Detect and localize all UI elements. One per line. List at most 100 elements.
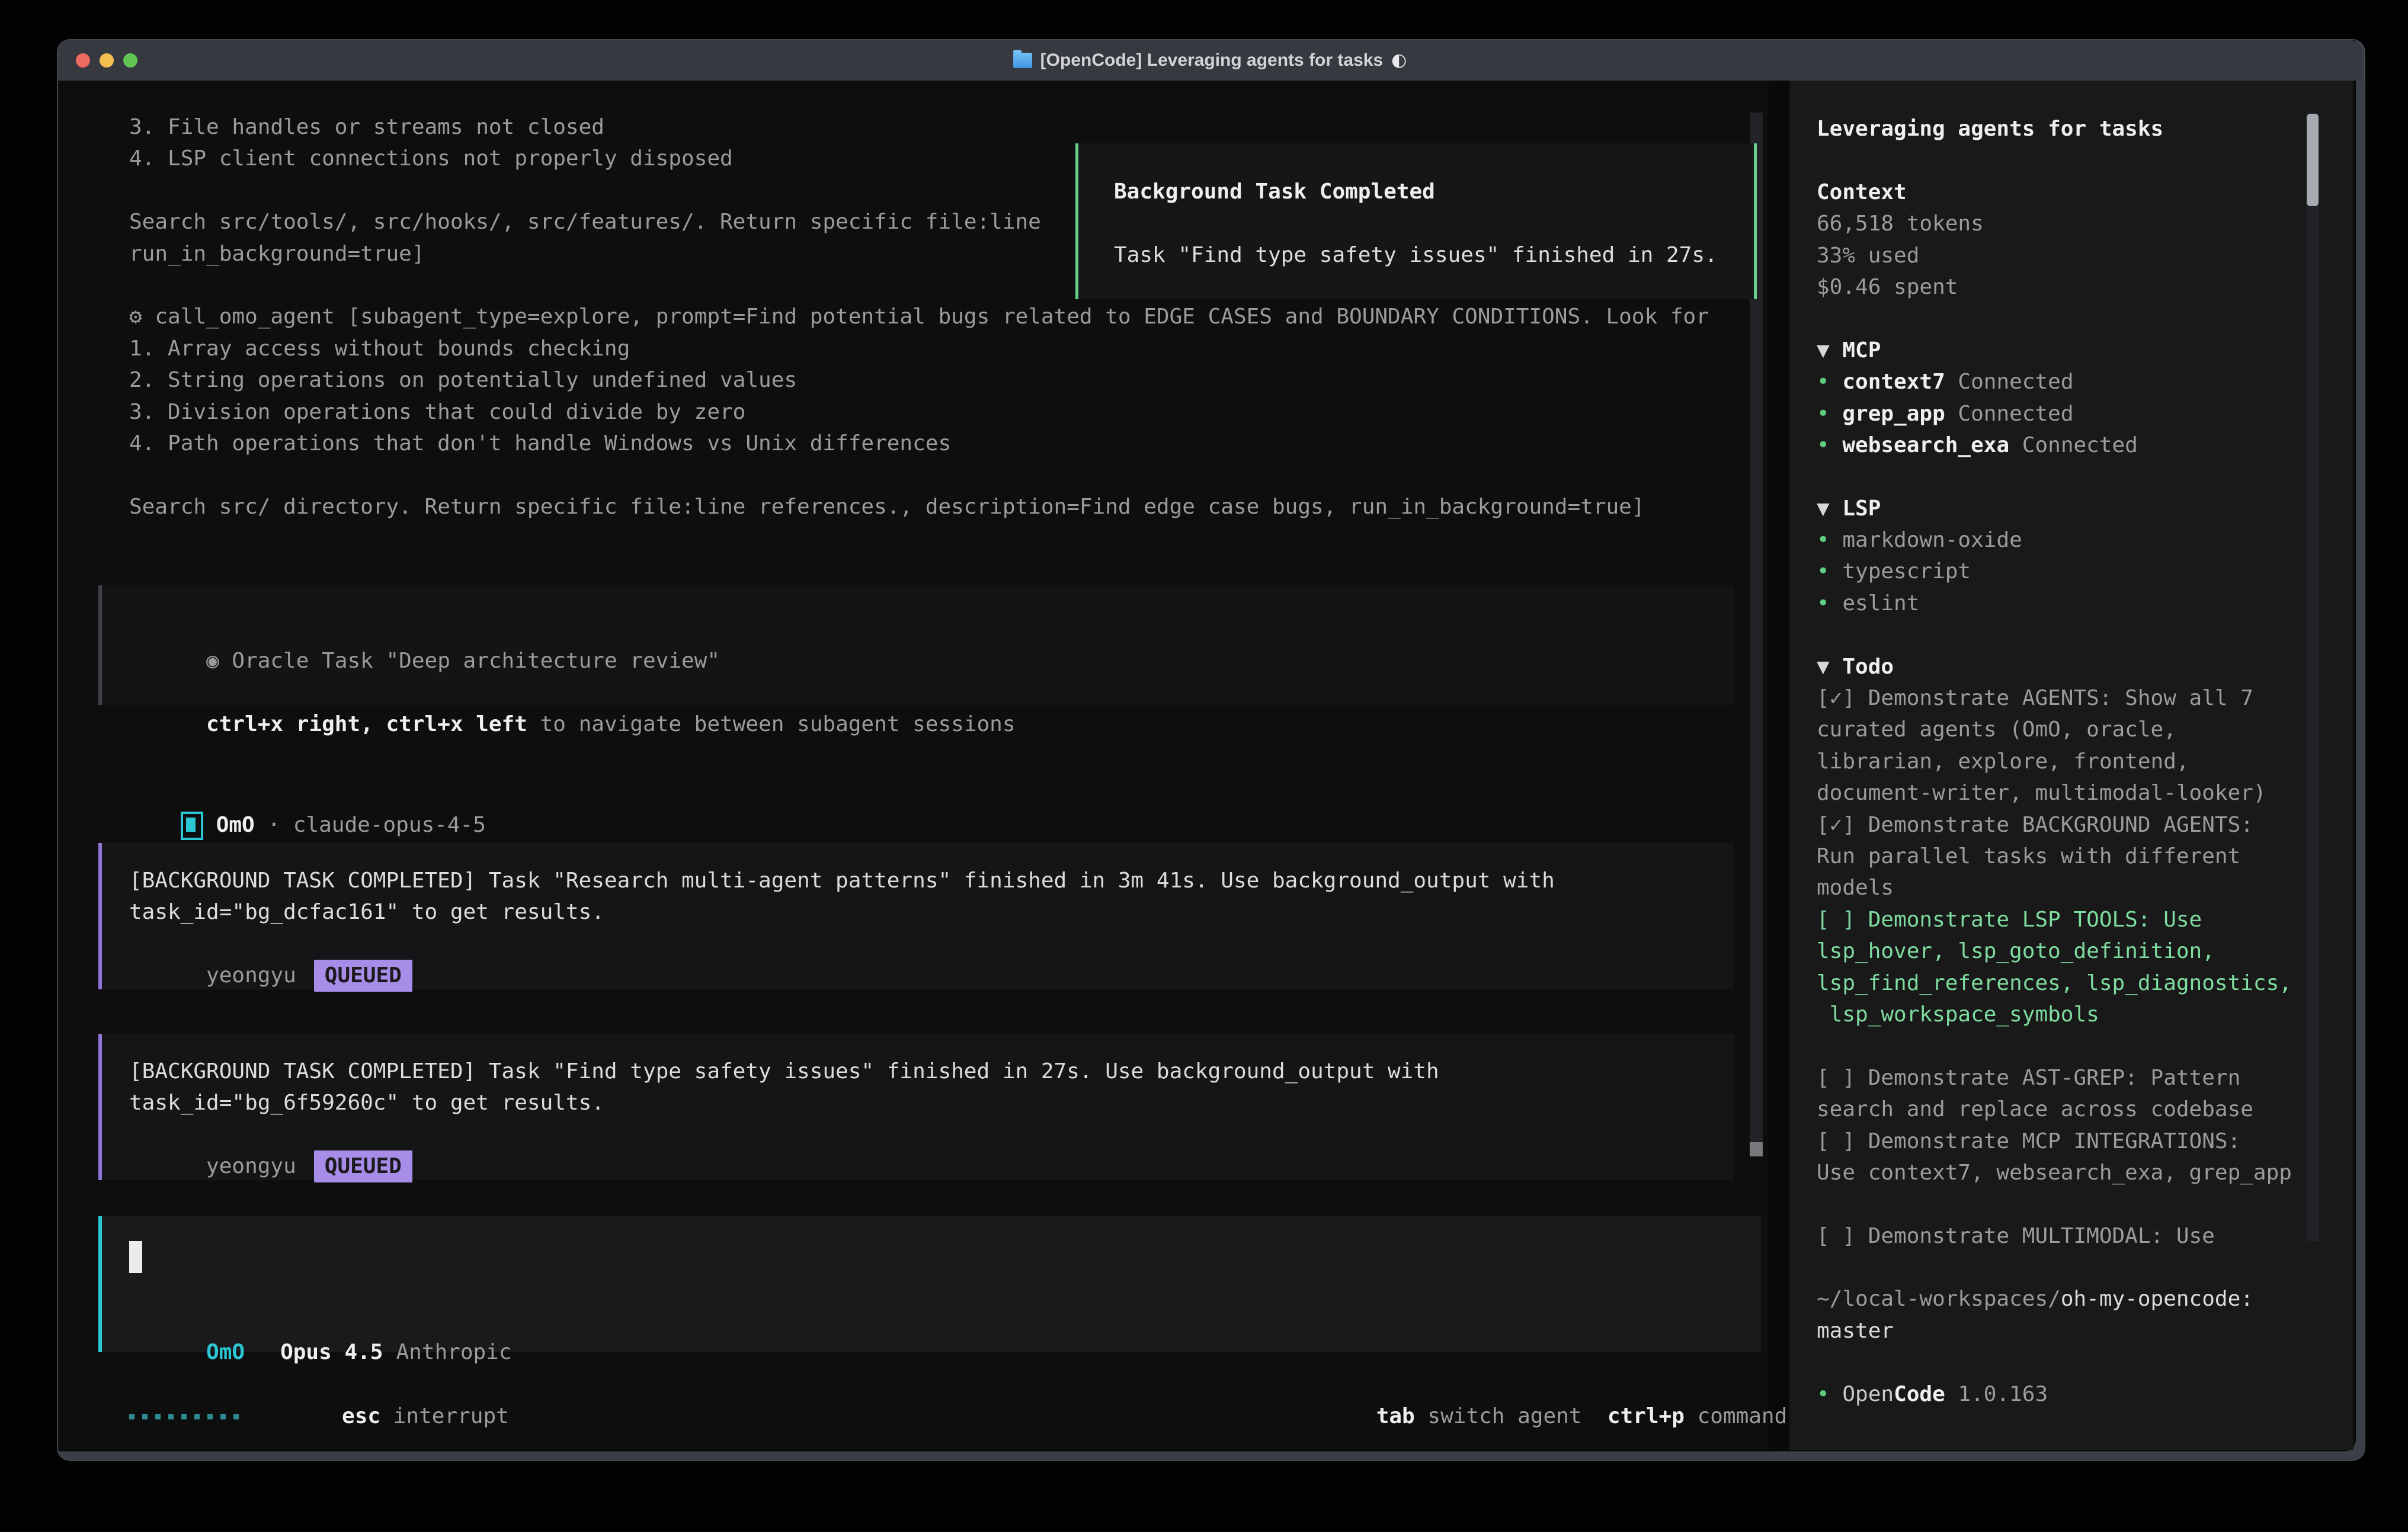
sidebar-line: • context7 Connected bbox=[1817, 366, 2314, 398]
sidebar-content: Leveraging agents for tasks Context66,51… bbox=[1817, 113, 2314, 1410]
window-title: [OpenCode] Leveraging agents for tasks bbox=[1040, 40, 1383, 81]
task-user: yeongyu bbox=[206, 963, 296, 988]
task-message-meta: yeongyu QUEUED bbox=[129, 928, 412, 1023]
sidebar-line: 66,518 tokens bbox=[1817, 208, 2314, 239]
queued-status-badge: QUEUED bbox=[314, 960, 412, 991]
status-bar-left: esc interrupt bbox=[129, 1369, 509, 1464]
terminal-line: 3. File handles or streams not closed bbox=[129, 111, 1741, 143]
sidebar-line: • eslint bbox=[1817, 588, 2314, 619]
sidebar-scrollbar-thumb[interactable] bbox=[2307, 114, 2319, 206]
sidebar-line: search and replace across codebase bbox=[1817, 1094, 2314, 1125]
sidebar-line: [✓] Demonstrate BACKGROUND AGENTS: bbox=[1817, 809, 2314, 841]
sidebar-line bbox=[1817, 461, 2314, 492]
main-scrollbar-thumb[interactable] bbox=[1750, 1142, 1763, 1156]
minimize-button[interactable] bbox=[100, 53, 114, 68]
sidebar-line: • typescript bbox=[1817, 556, 2314, 587]
subagent-nav-hint: ctrl+x right, ctrl+x left to navigate be… bbox=[129, 677, 1016, 772]
sidebar-line: • grep_app Connected bbox=[1817, 398, 2314, 430]
window-titlebar: [OpenCode] Leveraging agents for tasks ◐ bbox=[58, 40, 2362, 81]
sidebar-line bbox=[1817, 1347, 2314, 1378]
task-message-1: [BACKGROUND TASK COMPLETED] Task "Resear… bbox=[98, 843, 1734, 989]
task-user: yeongyu bbox=[206, 1154, 296, 1178]
half-circle-icon: ◐ bbox=[1391, 40, 1407, 81]
task-message-line2: task_id="bg_6f59260c" to get results. bbox=[129, 1087, 604, 1118]
sidebar-line bbox=[1817, 1188, 2314, 1220]
status-bar-right: tab switch agent ctrl+p commands bbox=[1325, 1369, 1800, 1464]
task-message-line2: task_id="bg_dcfac161" to get results. bbox=[129, 896, 604, 928]
esc-key-label: interrupt bbox=[380, 1404, 509, 1428]
sidebar-line bbox=[1817, 619, 2314, 650]
sidebar-line: lsp_find_references, lsp_diagnostics, bbox=[1817, 967, 2314, 999]
traffic-lights bbox=[58, 40, 137, 81]
sidebar-line: lsp_hover, lsp_goto_definition, bbox=[1817, 935, 2314, 967]
esc-key-hint: esc bbox=[342, 1404, 380, 1428]
prompt-input[interactable]: OmOOpus 4.5Anthropic bbox=[98, 1216, 1761, 1352]
sidebar-scrollbar-track[interactable] bbox=[2307, 113, 2319, 1241]
sidebar-line: • websearch_exa Connected bbox=[1817, 430, 2314, 461]
sidebar-line bbox=[1817, 1252, 2314, 1283]
sidebar-line: [ ] Demonstrate LSP TOOLS: Use bbox=[1817, 904, 2314, 935]
spinner-dots-icon bbox=[129, 1400, 239, 1432]
ctrlp-key-label: commands bbox=[1685, 1404, 1800, 1428]
toast-title: Background Task Completed bbox=[1114, 176, 1435, 207]
sidebar-line: [✓] Demonstrate AGENTS: Show all 7 bbox=[1817, 682, 2314, 714]
sidebar-line: [ ] Demonstrate MULTIMODAL: Use bbox=[1817, 1220, 2314, 1252]
sidebar-line bbox=[1817, 303, 2314, 334]
agent-separator: · bbox=[255, 813, 293, 837]
input-agent-name: OmO bbox=[206, 1340, 245, 1364]
sidebar-line: models bbox=[1817, 872, 2314, 903]
sidebar-line: ▼ Todo bbox=[1817, 651, 2314, 682]
sidebar-line: $0.46 spent bbox=[1817, 271, 2314, 303]
sidebar-line: 33% used bbox=[1817, 240, 2314, 271]
background-task-toast: Background Task Completed Task "Find typ… bbox=[1075, 143, 1757, 299]
sidebar-line: Use context7, websearch_exa, grep_app bbox=[1817, 1157, 2314, 1188]
input-provider-name: Anthropic bbox=[396, 1340, 511, 1364]
sidebar-line: librarian, explore, frontend, bbox=[1817, 746, 2314, 777]
tab-key-hint: tab bbox=[1376, 1404, 1415, 1428]
toast-body: Task "Find type safety issues" finished … bbox=[1114, 239, 1718, 271]
sidebar-line: ~/local-workspaces/oh-my-opencode: bbox=[1817, 1283, 2314, 1315]
task-message-line1: [BACKGROUND TASK COMPLETED] Task "Find t… bbox=[129, 1056, 1439, 1087]
queued-status-badge: QUEUED bbox=[314, 1150, 412, 1182]
ctrlp-key-hint: ctrl+p bbox=[1582, 1404, 1685, 1428]
terminal-line: Search src/ directory. Return specific f… bbox=[129, 491, 1741, 523]
agent-name: OmO bbox=[216, 813, 255, 837]
maximize-button[interactable] bbox=[123, 53, 137, 68]
input-model-name: Opus 4.5 bbox=[280, 1340, 383, 1364]
tab-key-label: switch agent bbox=[1415, 1404, 1582, 1428]
sidebar-line: [ ] Demonstrate AST-GREP: Pattern bbox=[1817, 1062, 2314, 1094]
task-message-2: [BACKGROUND TASK COMPLETED] Task "Find t… bbox=[98, 1034, 1734, 1180]
close-button[interactable] bbox=[76, 53, 90, 68]
sidebar-line: curated agents (OmO, oracle, bbox=[1817, 714, 2314, 745]
nav-hint-keys: ctrl+x right, ctrl+x left bbox=[206, 712, 527, 736]
terminal-line: 3. Division operations that could divide… bbox=[129, 396, 1741, 428]
sidebar-line: document-writer, multimodal-looker) bbox=[1817, 777, 2314, 809]
terminal-line: 4. Path operations that don't handle Win… bbox=[129, 428, 1741, 459]
terminal-line: ⚙ call_omo_agent [subagent_type=explore,… bbox=[129, 301, 1741, 332]
nav-hint-text: to navigate between subagent sessions bbox=[527, 712, 1016, 736]
oracle-task-title: Oracle Task "Deep architecture review" bbox=[219, 649, 720, 673]
terminal-line bbox=[129, 459, 1741, 491]
sidebar-line: lsp_workspace_symbols bbox=[1817, 999, 2314, 1030]
terminal-line: 1. Array access without bounds checking bbox=[129, 333, 1741, 364]
sidebar-line: Context bbox=[1817, 177, 2314, 208]
terminal-line: 2. String operations on potentially unde… bbox=[129, 364, 1741, 396]
screen: [OpenCode] Leveraging agents for tasks ◐… bbox=[0, 0, 2408, 1532]
task-message-line1: [BACKGROUND TASK COMPLETED] Task "Resear… bbox=[129, 865, 1555, 896]
sidebar-line: Leveraging agents for tasks bbox=[1817, 113, 2314, 145]
text-cursor bbox=[129, 1241, 142, 1273]
sidebar-line: • OpenCode 1.0.163 bbox=[1817, 1379, 2314, 1410]
window-title-group: [OpenCode] Leveraging agents for tasks ◐ bbox=[1013, 40, 1407, 81]
sidebar-line: ▼ MCP bbox=[1817, 335, 2314, 366]
oracle-task-box: ◉ Oracle Task "Deep architecture review"… bbox=[98, 585, 1734, 705]
sidebar-line bbox=[1817, 1030, 2314, 1062]
sidebar-line: master bbox=[1817, 1315, 2314, 1347]
sidebar-line: Run parallel tasks with different bbox=[1817, 841, 2314, 872]
task-message-meta: yeongyu QUEUED bbox=[129, 1119, 412, 1214]
sidebar-line: ▼ LSP bbox=[1817, 493, 2314, 524]
folder-icon bbox=[1013, 53, 1032, 68]
sidebar-line bbox=[1817, 145, 2314, 176]
agent-model: claude-opus-4-5 bbox=[293, 813, 486, 837]
record-circle-icon: ◉ bbox=[206, 649, 219, 673]
agent-square-icon bbox=[181, 812, 203, 840]
